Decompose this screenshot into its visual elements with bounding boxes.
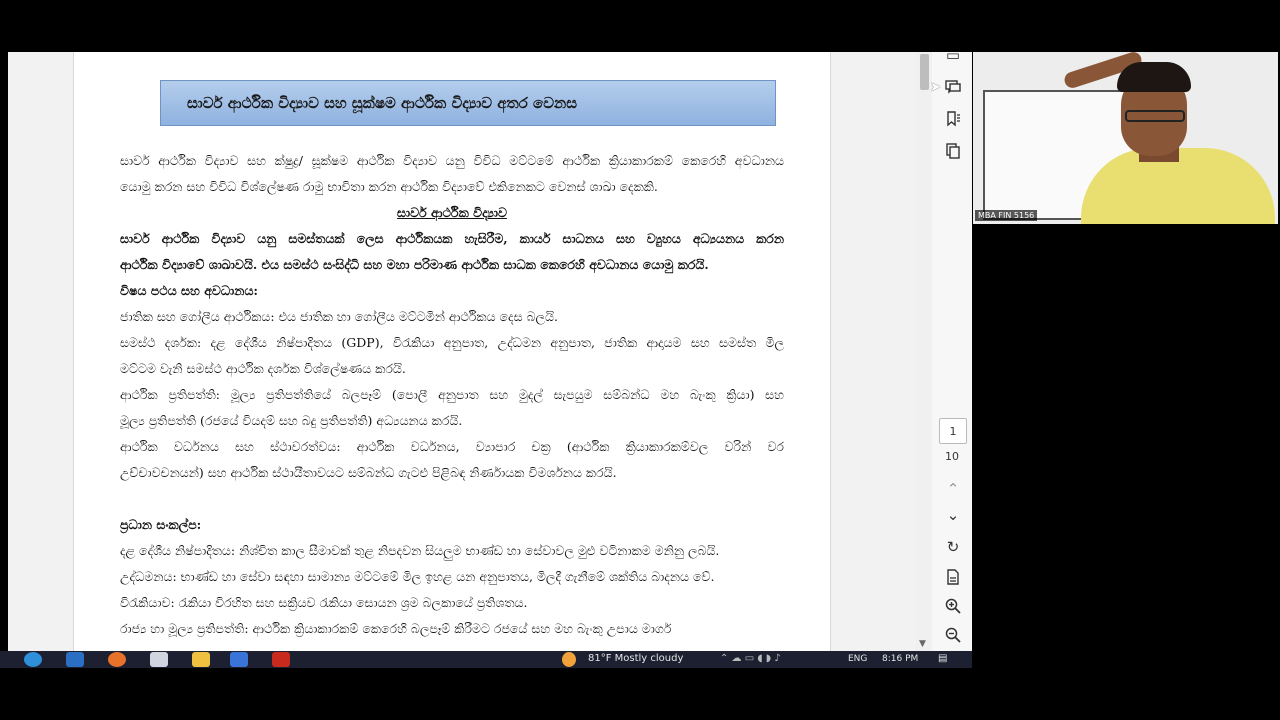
chevron-down-icon[interactable]: ⌄ [942,504,964,526]
concept-line: විරැකියාව: රැකියා විරහිත සහ සක්‍රියව රැක… [120,595,528,610]
windows-taskbar: 81°F Mostly cloudy ⌃ ☁ ▭ ◖ ◗ ♪ ENG 8:16 … [0,651,972,668]
document-page: සාර්ව ආර්ථික විද්‍යාව සහ සූක්ෂම ආර්ථික ව… [73,52,831,651]
file-explorer-icon[interactable] [192,652,210,667]
document-body: සාර්ව ආර්ථික විද්‍යාව සහ ක්ෂුද්‍ර/ සූක්ෂ… [120,148,784,642]
page-view-icon[interactable]: ▭ [942,52,964,66]
outlook-icon[interactable] [66,652,84,667]
presenter-hair [1117,62,1191,92]
participant-label: MBA FIN 5156 [975,210,1038,221]
language-indicator[interactable]: ENG [848,654,867,664]
intro-line: සාර්ව ආර්ථික විද්‍යාව සහ ක්ෂුද්‍ර/ සූක්ෂ… [120,153,784,168]
pdf-viewer-window: සාර්ව ආර්ථික විද්‍යාව සහ සූක්ෂම ආර්ථික ව… [8,52,972,651]
current-page-input[interactable]: 1 [939,418,967,444]
video-feed: MBA FIN 5156 [973,52,1278,224]
intro-line: යොමු කරන සහ විවිධ විශ්ලේෂණ රාමු භාවිතා ක… [120,179,658,194]
concept-line: උද්ධමනය: භාණ්ඩ හා සේවා සඳහා සාමාන්‍ය මට්… [120,569,715,584]
zoom-out-icon[interactable] [942,624,964,646]
scope-line: මූල්‍ය ප්‍රතිපත්ති (රජයේ වියදම් සහ බදු ප… [120,413,463,428]
copy-icon[interactable] [942,140,964,162]
scrollbar-thumb[interactable] [920,54,929,90]
definition-line: ආර්ථික විද්‍යාවේ ශාඛාවයි. එය සමස්ථ සංසිද… [120,257,709,272]
viewer-toolbar: ▭ 1 10 ⌃ ⌄ ↻ [932,52,972,651]
presenter-glasses [1125,110,1185,122]
save-icon[interactable] [942,566,964,588]
bookmark-icon[interactable] [942,108,964,130]
system-tray-icons[interactable]: ⌃ ☁ ▭ ◖ ◗ ♪ [720,653,781,664]
weather-text[interactable]: 81°F Mostly cloudy [588,653,683,664]
concept-line: රාජ්‍ය හා මූල්‍ය ප්‍රතිපත්ති: ආර්ථික ක්‍… [120,621,672,636]
zoom-app-icon[interactable] [230,652,248,667]
zoom-in-icon[interactable] [942,595,964,617]
store-icon[interactable] [150,652,168,667]
acrobat-icon[interactable] [272,652,290,667]
weather-icon[interactable] [562,652,576,667]
firefox-icon[interactable] [108,652,126,667]
document-title: සාර්ව ආර්ථික විද්‍යාව සහ සූක්ෂම ආර්ථික ව… [160,80,776,126]
scope-line: ආර්ථික වර්ධනය සහ ස්ථාවරත්වය: ආර්ථික වර්ධ… [120,439,784,454]
scope-line: ආර්ථික ප්‍රතිපත්ති: මූල්‍ය ප්‍රතිපත්තියේ… [120,387,784,402]
definition-line: සාර්ව ආර්ථික විද්‍යාව යනු සමස්තයක් ලෙස ආ… [120,231,784,246]
comment-icon[interactable] [942,76,964,98]
total-pages: 10 [945,450,959,463]
vertical-scrollbar[interactable]: ▼ [916,52,932,651]
section-heading: සාර්ව ආර්ථික විද්‍යාව [397,205,507,220]
scope-line: සමස්ථ දර්ශක: දළ දේශීය නිෂ්පාදිතය (GDP), … [120,335,784,350]
concepts-heading: ප්‍රධාන සංකල්ප: [120,517,202,532]
mouse-cursor-icon: ➤ [930,80,941,95]
edge-browser-icon[interactable] [24,652,42,667]
scope-line: ජාතික සහ ගෝලීය ආර්ථිකය: එය ජාතික හා ගෝලී… [120,309,559,324]
chevron-up-icon[interactable]: ⌃ [942,478,964,500]
scroll-down-arrow[interactable]: ▼ [919,639,926,649]
scope-line: මට්ටම වැනි සමස්ථ ආර්ථික දර්ශක විශ්ලේෂණය … [120,361,406,376]
clock[interactable]: 8:16 PM [882,654,918,664]
concept-line: දළ දේශීය නිෂ්පාදිතය: නිශ්චිත කාල සීමාවක්… [120,543,720,558]
scope-line: උච්චාවචනයන්) සහ ආර්ථික ස්ථායීතාවයට සම්බන… [120,465,617,480]
notification-icon[interactable]: ▤ [938,653,947,664]
scope-heading: විෂය පථය සහ අවධානය: [120,283,259,298]
rotate-icon[interactable]: ↻ [942,536,964,558]
